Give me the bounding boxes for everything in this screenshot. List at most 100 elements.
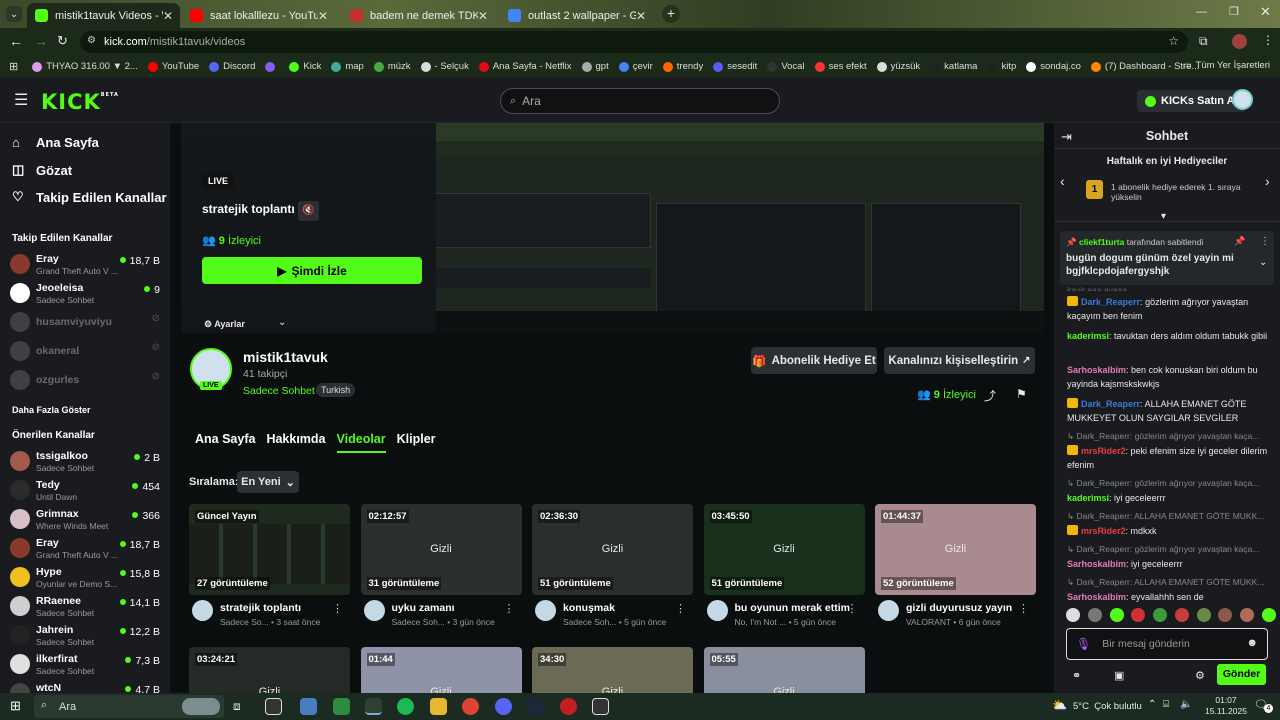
chat-username[interactable]: Dark_Reaperr [1081, 297, 1140, 307]
video-menu-icon[interactable]: ⋮ [1018, 602, 1029, 615]
watch-now-button[interactable]: ▶ Şimdi İzle [202, 257, 422, 284]
bookmark-item[interactable]: - Selçuk [420, 61, 469, 72]
volume-icon[interactable]: 🔈 [1180, 699, 1192, 710]
chat-username[interactable]: Sarhoskalbim [1067, 559, 1126, 569]
video-title[interactable]: bu oyunun merak ettim [735, 602, 851, 614]
nav-browse[interactable]: ◫ Gözat [12, 162, 72, 178]
video-category[interactable]: Sadece Soh... [563, 617, 616, 627]
video-thumbnail[interactable]: 01:44:37 Gizli 52 görüntüleme [875, 504, 1036, 595]
url-field[interactable]: ⚙ kick.com/mistik1tavuk/videos ☆ [80, 31, 1188, 53]
emote-icon[interactable] [1240, 608, 1255, 622]
bookmark-item[interactable]: Discord [209, 61, 255, 72]
video-menu-icon[interactable]: ⋮ [504, 602, 515, 615]
bookmark-item[interactable]: kitp [987, 61, 1016, 72]
bookmark-item[interactable]: katlama [930, 61, 977, 72]
settings-chevron-icon[interactable]: ⌄ [278, 317, 286, 328]
buy-kicks-button[interactable]: KICKs Satın Al [1137, 90, 1246, 112]
video-card[interactable]: 34:30 Gizli [532, 647, 693, 693]
task-view-icon[interactable]: ⧈ [233, 699, 241, 714]
sidebar-channel[interactable]: Eray Grand Theft Auto V ... 18,7 B [10, 536, 162, 563]
kick-logo[interactable]: KICKBETA [41, 90, 119, 114]
sidebar-channel[interactable]: ozgurles ⊘ [10, 368, 162, 395]
video-title[interactable]: konuşmak [563, 602, 615, 614]
video-menu-icon[interactable]: ⋮ [847, 602, 858, 615]
emote-icon[interactable] [1087, 608, 1102, 622]
taskbar-search[interactable]: ⌕ Ara [34, 695, 224, 718]
sidebar-channel[interactable]: Hype Oyunlar ve Demo S... 15,8 B [10, 565, 162, 592]
chat-username[interactable]: kaderimsi [1067, 331, 1109, 341]
sidebar-channel[interactable]: Jeoeleisa Sadece Sohbet 9 [10, 281, 162, 308]
emote-icon[interactable] [1109, 608, 1124, 622]
chat-username[interactable]: mrsRider2 [1081, 526, 1126, 536]
gift-sub-button[interactable]: 🎁 Abonelik Hediye Et [751, 347, 877, 374]
taskbar-app-icon[interactable] [560, 698, 577, 715]
bookmark-item[interactable]: ses efekt [814, 61, 867, 72]
bookmark-item[interactable]: yüzsük [876, 61, 920, 72]
hamburger-menu-icon[interactable]: ☰ [14, 90, 28, 110]
reply-reference[interactable]: ↳ Dark_Reaperr: ALLAHA EMANET GÖTE MUKK.… [1067, 577, 1272, 588]
video-channel-avatar[interactable] [878, 600, 899, 621]
apps-grid-icon[interactable]: ⊞ [9, 60, 18, 73]
clock[interactable]: 01:07 15.11.2025 [1203, 695, 1249, 717]
chevron-left-icon[interactable]: ‹ [1060, 173, 1065, 189]
close-tab-icon[interactable]: ✕ [478, 9, 488, 23]
chat-username[interactable]: mrsRider2 [1081, 446, 1126, 456]
all-bookmarks[interactable]: ▭ Tüm Yer İşaretleri [1183, 60, 1270, 71]
unpin-icon[interactable]: 📌 [1234, 236, 1245, 247]
sidebar-channel[interactable]: Jahrein Sadece Sohbet 12,2 B [10, 623, 162, 650]
sidebar-channel[interactable]: RRaenee Sadece Sohbet 14,1 B [10, 594, 162, 621]
pinned-menu-icon[interactable]: ⋮ [1260, 236, 1270, 247]
taskbar-app-icon[interactable] [265, 698, 282, 715]
video-title[interactable]: gizli duyurusuz yayın [906, 602, 1012, 614]
taskbar-app-icon[interactable] [592, 698, 609, 715]
steam-icon[interactable] [527, 698, 544, 715]
language-tag[interactable]: Turkish [316, 383, 356, 397]
settings-label[interactable]: ⚙ Ayarlar [204, 319, 245, 330]
video-thumbnail[interactable]: 01:44 Gizli [360, 647, 522, 693]
video-card[interactable]: 03:24:21 Gizli [189, 647, 350, 693]
browser-tab[interactable]: outlast 2 wallpaper - Google'da✕ [500, 3, 653, 28]
bookmark-item[interactable]: gpt [581, 61, 609, 72]
emoji-icon[interactable]: ☻ [1246, 637, 1258, 649]
channel-tab[interactable]: Videolar [336, 432, 386, 453]
emote-icon[interactable] [1174, 608, 1189, 622]
close-tab-icon[interactable]: ✕ [636, 9, 646, 23]
chat-username[interactable]: Sarhoskalbim [1067, 592, 1126, 602]
minimize-icon[interactable]: — [1196, 6, 1207, 18]
video-thumbnail[interactable]: Güncel Yayın 27 görüntüleme [189, 504, 350, 595]
send-button[interactable]: Gönder [1217, 664, 1266, 685]
emote-icon[interactable] [1066, 608, 1080, 622]
pinned-expand-icon[interactable]: ⌄ [1259, 257, 1267, 268]
customize-channel-button[interactable]: Kanalınızı kişiselleştirin ↗ [884, 347, 1035, 374]
video-channel-avatar[interactable] [535, 600, 556, 621]
close-window-icon[interactable]: ✕ [1260, 4, 1271, 20]
video-card[interactable]: 05:55 Gizli [703, 647, 865, 693]
video-card[interactable]: 01:44:37 Gizli 52 görüntüleme gizli duyurus… [875, 504, 1036, 631]
video-card[interactable]: 02:36:30 Gizli 51 görüntüleme konuşmak Sadec… [532, 504, 693, 631]
emote-icon[interactable] [1153, 608, 1168, 622]
tray-chevron-icon[interactable]: ⌃ [1148, 699, 1156, 710]
video-menu-icon[interactable]: ⋮ [675, 602, 686, 615]
taskbar-app-icon[interactable] [300, 698, 317, 715]
reload-icon[interactable]: ↻ [57, 33, 68, 49]
video-menu-icon[interactable]: ⋮ [332, 602, 343, 615]
bookmark-item[interactable]: müzk [373, 61, 411, 72]
chat-message-input[interactable]: 🎙 Bir mesaj gönderin ☻ [1066, 628, 1268, 660]
video-category[interactable]: No, I'm Not ... [735, 617, 787, 627]
video-card[interactable]: 03:45:50 Gizli 51 görüntüleme bu oyunun mer… [703, 504, 865, 631]
bookmark-item[interactable]: sesedit [713, 61, 757, 72]
sidebar-channel[interactable]: Tedy Until Dawn 454 [10, 478, 162, 505]
back-icon[interactable]: ← [9, 33, 23, 49]
channel-category[interactable]: Sadece Sohbet [243, 385, 315, 397]
nav-home[interactable]: ⌂ Ana Sayfa [12, 135, 99, 150]
network-icon[interactable]: ⌸ [1163, 699, 1169, 710]
user-avatar[interactable] [1232, 89, 1253, 110]
video-channel-avatar[interactable] [192, 600, 213, 621]
share-icon[interactable]: ⤴ [984, 387, 996, 404]
weather-icon[interactable]: ⛅ [1052, 698, 1067, 712]
sidebar-channel[interactable]: Grimnax Where Winds Meet 366 [10, 507, 162, 534]
bookmark-item[interactable]: Kick [289, 61, 321, 72]
video-card[interactable]: 01:44 Gizli [360, 647, 522, 693]
video-thumbnail[interactable]: 05:55 Gizli [703, 647, 865, 693]
bookmark-star-icon[interactable]: ☆ [1168, 34, 1179, 48]
